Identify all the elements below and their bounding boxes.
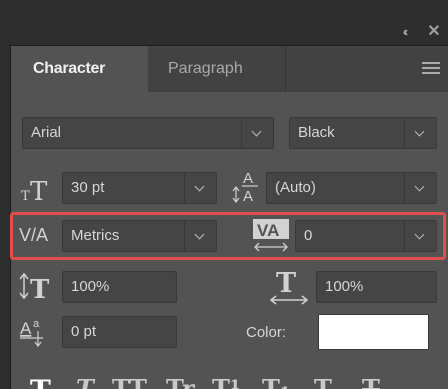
leading-icon: A A [232,166,268,206]
tracking-input[interactable]: 0 [295,220,437,252]
svg-text:A: A [243,170,253,187]
kerning-icon: V/A [19,225,49,245]
svg-text:a: a [33,318,40,330]
leading-value: (Auto) [275,179,316,196]
font-size-value: 30 pt [71,179,105,196]
horizontal-scale-value: 100% [325,278,364,295]
svg-text:A: A [243,188,253,205]
tab-character[interactable]: Character [11,46,148,92]
type-style-buttons: T T TT Tr T¹ T₁ T T [0,370,448,389]
svg-text:T: T [276,268,296,299]
horizontal-scale-icon: T [268,264,312,306]
font-family-value: Arial [31,124,62,141]
small-caps-button[interactable]: Tr [166,374,195,389]
font-style-select[interactable]: Black [289,117,437,149]
vertical-scale-value: 100% [71,278,110,295]
chevron-down-icon[interactable] [184,221,216,251]
kerning-select[interactable]: Metrics [62,220,217,252]
vertical-scale-input[interactable]: 100% [62,271,177,303]
svg-text:T: T [21,189,30,204]
svg-text:T: T [30,177,48,206]
underline-button[interactable]: T [314,374,332,389]
chevron-down-icon[interactable] [404,221,436,251]
color-label: Color: [246,324,287,341]
chevron-down-icon[interactable] [404,173,436,203]
svg-text:T: T [30,275,50,304]
faux-italic-button[interactable]: T [76,374,94,389]
chevron-down-icon[interactable] [404,118,436,148]
tracking-icon: VA [252,216,292,254]
collapse-panel-icon[interactable]: ‹‹ [394,23,414,41]
horizontal-scale-input[interactable]: 100% [316,271,437,303]
vertical-scale-icon: T [19,268,59,305]
font-size-icon: T T [19,170,61,207]
leading-input[interactable]: (Auto) [266,172,437,204]
superscript-button[interactable]: T¹ [212,374,240,389]
panel-header [0,0,448,45]
panel-menu-icon[interactable] [422,62,440,76]
font-style-value: Black [298,124,335,141]
svg-text:A: A [20,319,32,338]
close-panel-icon[interactable]: ✕ [424,22,444,42]
strikethrough-button[interactable]: T [362,374,380,389]
tab-paragraph[interactable]: Paragraph [148,46,286,92]
all-caps-button[interactable]: TT [112,374,147,389]
color-swatch[interactable] [318,314,429,350]
baseline-shift-value: 0 pt [71,323,97,340]
chevron-down-icon[interactable] [241,118,273,148]
baseline-shift-icon: A a [19,314,59,348]
tracking-value: 0 [304,227,313,244]
kerning-value: Metrics [71,227,120,244]
chevron-down-icon[interactable] [184,173,216,203]
font-family-select[interactable]: Arial [22,117,274,149]
baseline-shift-input[interactable]: 0 pt [62,316,177,348]
font-size-input[interactable]: 30 pt [62,172,217,204]
svg-text:VA: VA [257,221,279,240]
tab-bar: Character Paragraph [11,46,448,92]
subscript-button[interactable]: T₁ [262,374,290,389]
faux-bold-button[interactable]: T [30,374,51,389]
